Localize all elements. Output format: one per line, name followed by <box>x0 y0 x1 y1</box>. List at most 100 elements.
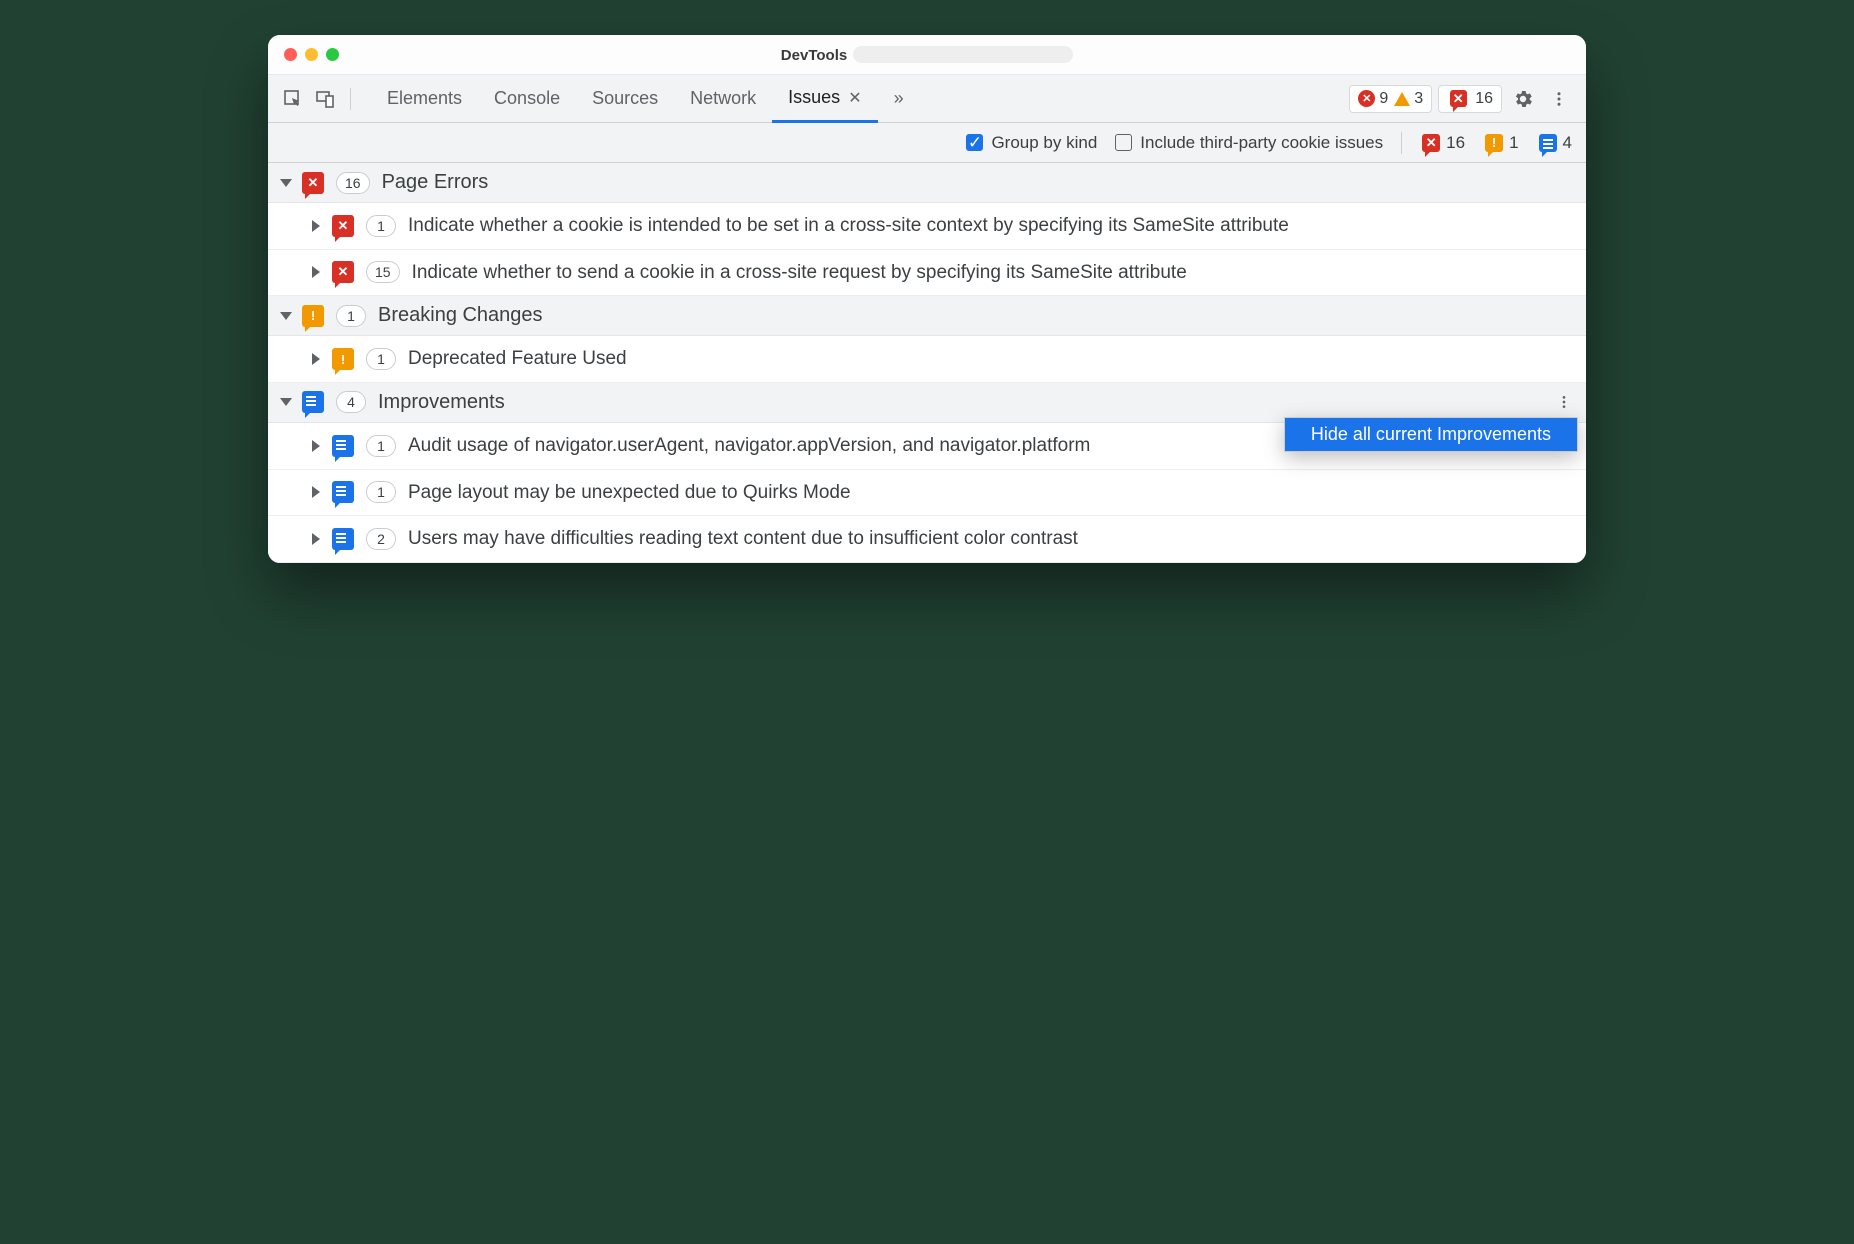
tab-sources[interactable]: Sources <box>576 75 674 123</box>
device-toolbar-icon[interactable] <box>312 86 338 112</box>
panel-tabs: Elements Console Sources Network Issues ✕ <box>371 75 878 123</box>
devtools-window: DevTools Elements Console Sources Network Is… <box>268 35 1586 563</box>
issue-row[interactable]: 2 Users may have difficulties reading tex… <box>268 516 1586 563</box>
errors-filter-count: 16 <box>1446 133 1465 153</box>
disclosure-triangle-icon <box>312 533 320 545</box>
group-by-kind-label: Group by kind <box>991 133 1097 153</box>
warning-icon <box>1394 92 1410 106</box>
disclosure-triangle-icon <box>312 220 320 232</box>
warnings-filter-count: 1 <box>1509 133 1518 153</box>
issues-filter-bar: ✓ Group by kind Include third-party cook… <box>268 123 1586 163</box>
context-menu: Hide all current Improvements <box>1284 417 1578 452</box>
issue-row[interactable]: ✕1Indicate whether a cookie is intended … <box>268 203 1586 250</box>
issue-count: 15 <box>366 261 400 283</box>
error-icon: ✕ <box>1358 90 1375 107</box>
window-title-text: DevTools <box>781 47 847 64</box>
warning-speech-icon: ! <box>1483 132 1505 154</box>
close-tab-icon[interactable]: ✕ <box>848 88 861 108</box>
issues-total-count: 16 <box>1475 90 1493 108</box>
error-speech-icon: ✕ <box>302 172 324 194</box>
group-title: Improvements <box>378 391 505 414</box>
disclosure-triangle-icon <box>280 312 292 320</box>
group-title: Breaking Changes <box>378 304 543 327</box>
warning-count: 3 <box>1414 90 1423 108</box>
disclosure-triangle-icon <box>312 440 320 452</box>
issue-row[interactable]: ! 1 Deprecated Feature Used <box>268 336 1586 383</box>
issues-list: ✕16Page Errors✕1Indicate whether a cooki… <box>268 163 1586 563</box>
inspect-element-icon[interactable] <box>280 86 306 112</box>
issue-text: Users may have difficulties reading text… <box>408 526 1078 552</box>
more-tabs-icon[interactable]: » <box>884 88 914 109</box>
issue-count: 1 <box>366 215 396 237</box>
error-count: 9 <box>1379 90 1388 108</box>
tab-network[interactable]: Network <box>674 75 772 123</box>
traffic-lights <box>284 48 339 61</box>
issue-text: Indicate whether a cookie is intended to… <box>408 213 1289 239</box>
tab-issues[interactable]: Issues ✕ <box>772 75 877 123</box>
context-menu-item[interactable]: Hide all current Improvements <box>1285 418 1577 451</box>
info-filter[interactable]: 4 <box>1537 132 1572 154</box>
separator <box>1401 132 1402 154</box>
settings-icon[interactable] <box>1508 88 1538 110</box>
tab-elements[interactable]: Elements <box>371 75 478 123</box>
warnings-filter[interactable]: !1 <box>1483 132 1518 154</box>
group-header[interactable]: ✕ 16 Page Errors <box>268 163 1586 203</box>
info-speech-icon <box>1537 132 1559 154</box>
info-speech-icon <box>302 391 324 413</box>
issue-text: Page layout may be unexpected due to Qui… <box>408 480 851 506</box>
issue-text: Deprecated Feature Used <box>408 346 627 372</box>
tab-label: Elements <box>387 88 462 109</box>
third-party-checkbox[interactable]: Include third-party cookie issues <box>1115 133 1383 153</box>
info-speech-icon <box>332 481 354 503</box>
group-by-kind-checkbox[interactable]: ✓ Group by kind <box>966 133 1097 153</box>
main-toolbar: Elements Console Sources Network Issues ✕ » ✕… <box>268 75 1586 123</box>
issue-count: 1 <box>366 348 396 370</box>
info-filter-count: 4 <box>1563 133 1572 153</box>
errors-filter[interactable]: ✕16 <box>1420 132 1465 154</box>
disclosure-triangle-icon <box>280 398 292 406</box>
checkbox-checked-icon: ✓ <box>966 134 983 151</box>
issue-count: 2 <box>366 528 396 550</box>
separator <box>350 88 351 110</box>
group-header[interactable]: ! 1 Breaking Changes <box>268 296 1586 336</box>
group-kebab-icon[interactable] <box>1556 394 1572 410</box>
error-speech-icon: ✕ <box>1447 88 1469 110</box>
tab-label: Issues <box>788 87 840 108</box>
issue-row[interactable]: ✕ 15 Indicate whether to send a cookie in … <box>268 250 1586 297</box>
minimize-window-button[interactable] <box>305 48 318 61</box>
window-title: DevTools <box>268 46 1586 64</box>
tab-label: Sources <box>592 88 658 109</box>
group-count: 4 <box>336 391 366 413</box>
disclosure-triangle-icon <box>312 266 320 278</box>
disclosure-triangle-icon <box>312 353 320 365</box>
warning-speech-icon: ! <box>302 305 324 327</box>
error-speech-icon: ✕ <box>332 261 354 283</box>
group-header[interactable]: 4ImprovementsHide all current Improvemen… <box>268 383 1586 423</box>
issue-row[interactable]: 1 Page layout may be unexpected due to Qu… <box>268 470 1586 517</box>
disclosure-triangle-icon <box>312 486 320 498</box>
third-party-label: Include third-party cookie issues <box>1140 133 1383 153</box>
issue-count: 1 <box>366 481 396 503</box>
error-speech-icon: ✕ <box>1420 132 1442 154</box>
titlebar: DevTools <box>268 35 1586 75</box>
tab-label: Network <box>690 88 756 109</box>
info-speech-icon <box>332 528 354 550</box>
disclosure-triangle-icon <box>280 179 292 187</box>
group-title: Page Errors <box>382 171 489 194</box>
warning-speech-icon: ! <box>332 348 354 370</box>
tab-label: Console <box>494 88 560 109</box>
zoom-window-button[interactable] <box>326 48 339 61</box>
info-speech-icon <box>332 435 354 457</box>
close-window-button[interactable] <box>284 48 297 61</box>
redacted-url <box>853 46 1073 63</box>
issue-count: 1 <box>366 435 396 457</box>
checkbox-unchecked-icon <box>1115 134 1132 151</box>
issue-text: Audit usage of navigator.userAgent, navi… <box>408 433 1090 459</box>
kebab-menu-icon[interactable] <box>1544 90 1574 108</box>
issues-status-pill[interactable]: ✕ 16 <box>1438 85 1502 113</box>
group-count: 16 <box>336 172 370 194</box>
group-count: 1 <box>336 305 366 327</box>
console-status-pill[interactable]: ✕9 3 <box>1349 85 1432 113</box>
tab-console[interactable]: Console <box>478 75 576 123</box>
issue-text: Indicate whether to send a cookie in a c… <box>412 260 1187 286</box>
